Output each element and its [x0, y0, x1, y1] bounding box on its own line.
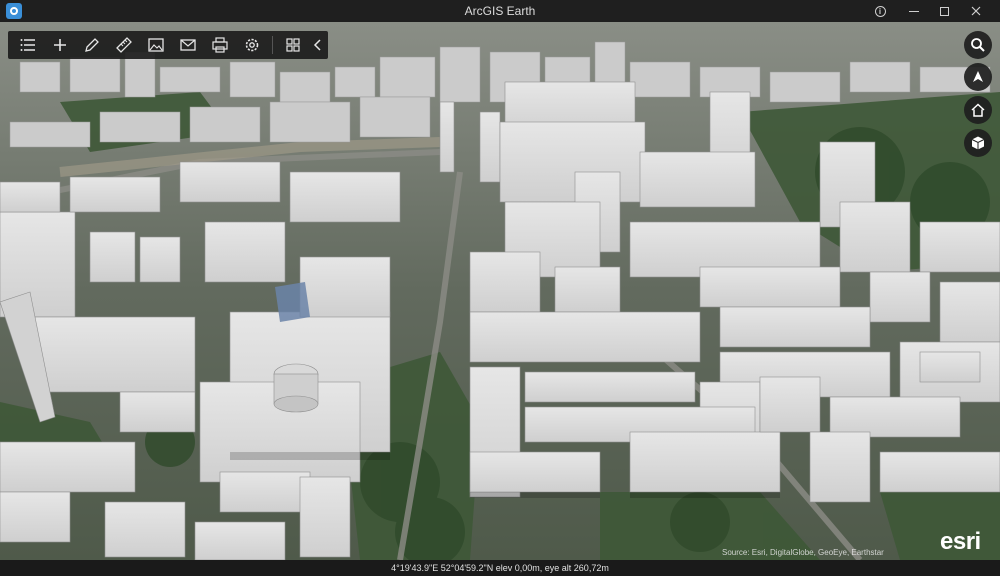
image-icon: [148, 38, 164, 52]
cube-icon: [971, 136, 985, 150]
close-icon: [971, 6, 981, 16]
map-attribution: Source: Esri, DigitalGlobe, GeoEye, Eart…: [722, 548, 884, 557]
measure-button[interactable]: [108, 31, 140, 59]
arcgis-earth-app-icon: [6, 3, 22, 19]
compass-button[interactable]: [964, 63, 992, 91]
print-button[interactable]: [204, 31, 236, 59]
plus-icon: [53, 39, 66, 51]
share-button[interactable]: [172, 31, 204, 59]
maximize-icon: [939, 6, 949, 16]
settings-button[interactable]: [236, 31, 268, 59]
printer-icon: [212, 37, 228, 53]
window-title: ArcGIS Earth: [464, 4, 536, 18]
pencil-icon: [85, 38, 99, 52]
main-toolbar: [8, 31, 328, 59]
close-button[interactable]: [962, 0, 990, 22]
basemap-button[interactable]: [140, 31, 172, 59]
info-icon: i: [874, 5, 886, 17]
minimize-icon: [909, 10, 919, 12]
status-bar: 4°19'43.9"E 52°04'59.2"N elev 0,00m, eye…: [0, 560, 1000, 576]
gear-icon: [245, 38, 259, 52]
home-button[interactable]: [964, 96, 992, 124]
home-icon: [971, 103, 985, 117]
mail-icon: [180, 39, 196, 51]
maximize-button[interactable]: [930, 0, 958, 22]
search-icon: [971, 38, 985, 52]
apps-button[interactable]: [277, 31, 309, 59]
grid-icon: [286, 38, 300, 52]
info-button[interactable]: i: [866, 0, 894, 22]
arcgis-earth-window: ArcGIS Earth i Source: Esri, DigitalGlob…: [0, 0, 1000, 576]
compass-icon: [973, 71, 983, 82]
esri-logo: esri: [940, 528, 981, 555]
minimize-button[interactable]: [900, 0, 928, 22]
map-scene-view[interactable]: [0, 22, 1000, 560]
city-3d-render: [0, 22, 1000, 560]
search-button[interactable]: [964, 31, 992, 59]
draw-button[interactable]: [76, 31, 108, 59]
view-mode-button[interactable]: [964, 129, 992, 157]
list-icon: [20, 39, 35, 51]
layers-list-button[interactable]: [12, 31, 44, 59]
chevron-left-icon: [314, 39, 321, 51]
title-bar[interactable]: ArcGIS Earth i: [0, 0, 1000, 22]
add-data-button[interactable]: [44, 31, 76, 59]
collapse-toolbar-button[interactable]: [309, 31, 328, 59]
toolbar-separator: [271, 36, 273, 54]
coordinate-readout: 4°19'43.9"E 52°04'59.2"N elev 0,00m, eye…: [391, 563, 609, 573]
rotunda-building: [273, 363, 319, 413]
ruler-icon: [115, 37, 132, 53]
